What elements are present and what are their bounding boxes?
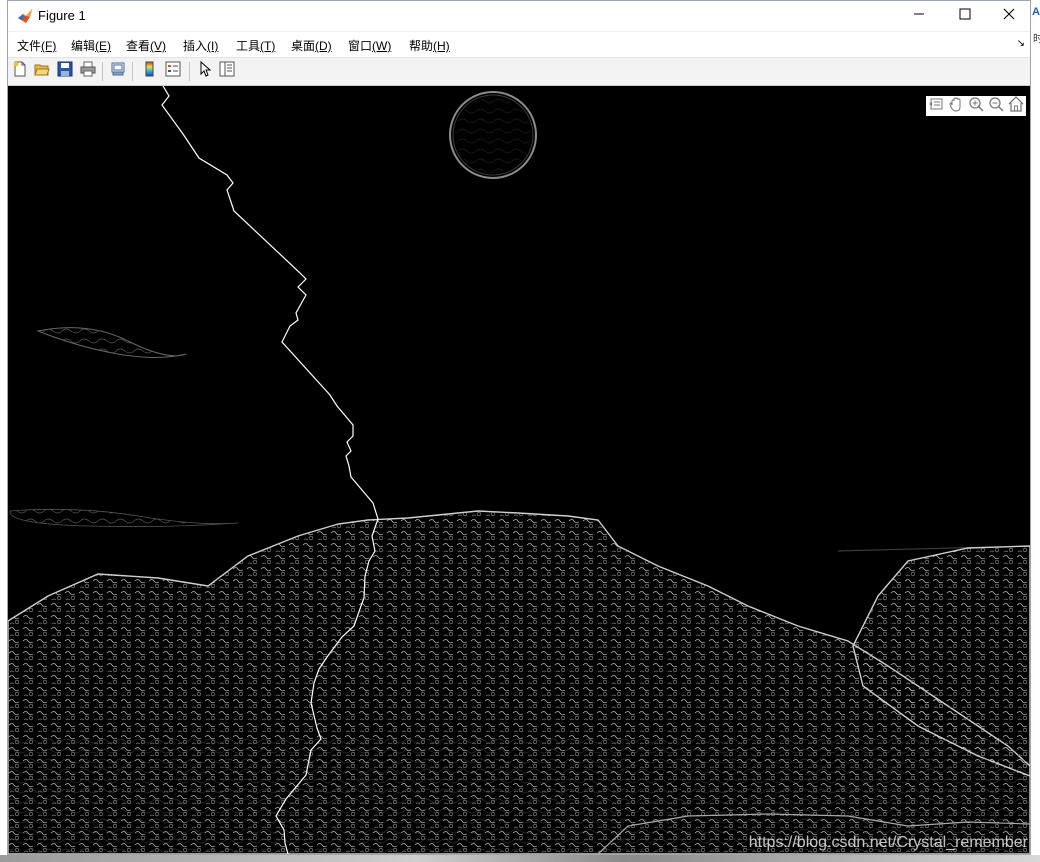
restore-view-button[interactable] <box>1006 95 1026 117</box>
edit-plot-button[interactable] <box>196 60 214 82</box>
open-file-icon <box>34 61 50 82</box>
menu-help-label: 帮助 <box>409 39 434 53</box>
menu-view[interactable]: 查看(V) <box>126 37 166 54</box>
menu-file[interactable]: 文件(F) <box>17 37 56 54</box>
export-icon <box>928 96 944 117</box>
zoom-in-button[interactable] <box>966 96 986 116</box>
toolbar-separator <box>189 62 190 81</box>
menu-insert-label: 插入 <box>183 39 208 53</box>
toolbar-separator <box>102 62 103 81</box>
menu-view-accel: (V) <box>150 39 167 53</box>
figure-window: Figure 1 文件(F) 编辑(E) 查看(V) 插入(I) 工具(T) 桌… <box>7 0 1031 855</box>
maximize-icon <box>959 7 971 25</box>
menu-file-accel: (F) <box>41 39 57 53</box>
background-text-a: A <box>1032 6 1040 18</box>
open-file-button[interactable] <box>33 62 51 80</box>
menu-tools-accel: (T) <box>260 39 276 53</box>
property-inspector-icon <box>219 61 235 82</box>
edge-image <box>8 86 1030 854</box>
menu-bar: 文件(F) 编辑(E) 查看(V) 插入(I) 工具(T) 桌面(D) 窗口(W… <box>8 32 1030 58</box>
restore-view-home-icon <box>1008 95 1024 117</box>
insert-colorbar-icon <box>142 61 158 82</box>
minimize-icon <box>913 7 925 25</box>
menu-edit-accel: (E) <box>95 39 112 53</box>
cloud-edge <box>9 508 239 527</box>
menu-help-accel: (H) <box>433 39 450 53</box>
link-plot-button[interactable] <box>109 62 127 80</box>
figure-toolbar <box>8 58 1030 86</box>
maximize-button[interactable] <box>942 1 988 31</box>
insert-legend-button[interactable] <box>164 61 182 82</box>
close-button[interactable] <box>986 1 1032 31</box>
insert-colorbar-button[interactable] <box>141 61 159 82</box>
print-figure-button[interactable] <box>79 61 97 82</box>
zoom-out-icon <box>988 96 1004 117</box>
cloud-edge <box>36 327 187 358</box>
zoom-out-button[interactable] <box>986 96 1006 116</box>
print-figure-icon <box>80 61 96 82</box>
menu-desktop-accel: (D) <box>315 39 332 53</box>
new-figure-button[interactable] <box>11 61 29 82</box>
menu-edit-label: 编辑 <box>71 39 96 53</box>
matlab-logo-icon <box>17 8 33 24</box>
insert-legend-icon <box>165 61 181 82</box>
menu-view-label: 查看 <box>126 39 151 53</box>
figure-canvas[interactable]: https://blog.csdn.net/Crystal_remember <box>8 86 1030 854</box>
menu-file-label: 文件 <box>17 39 42 53</box>
menu-desktop[interactable]: 桌面(D) <box>291 37 332 54</box>
pan-button[interactable] <box>946 96 966 116</box>
save-figure-button[interactable] <box>56 61 74 82</box>
link-plot-icon <box>110 61 126 82</box>
menu-window-label: 窗口 <box>348 39 373 53</box>
menu-tools-label: 工具 <box>236 39 261 53</box>
save-figure-icon <box>57 61 73 82</box>
new-figure-icon <box>12 61 28 82</box>
property-inspector-button[interactable] <box>218 61 236 82</box>
background-app-sliver: A 时 <box>1032 0 1040 862</box>
menu-insert[interactable]: 插入(I) <box>183 37 218 54</box>
toolbar-separator <box>132 62 133 81</box>
menu-desktop-label: 桌面 <box>291 39 316 53</box>
background-text-b: 时 <box>1033 34 1040 45</box>
export-button[interactable] <box>926 96 946 116</box>
edit-plot-arrow-icon <box>197 60 213 82</box>
menu-tools[interactable]: 工具(T) <box>236 37 275 54</box>
title-bar[interactable]: Figure 1 <box>8 1 1030 31</box>
menu-window-accel: (W) <box>372 39 392 53</box>
window-title: Figure 1 <box>38 8 86 23</box>
axes-toolbar <box>926 95 1026 117</box>
close-icon <box>1003 7 1015 25</box>
menu-overflow-icon[interactable]: ↘ <box>1017 38 1025 49</box>
menu-insert-accel: (I) <box>207 39 219 53</box>
menu-window[interactable]: 窗口(W) <box>348 37 391 54</box>
moon-edge <box>449 91 537 179</box>
watermark-text: https://blog.csdn.net/Crystal_remember <box>748 834 1028 851</box>
zoom-in-icon <box>968 96 984 117</box>
pan-hand-icon <box>948 96 964 117</box>
menu-edit[interactable]: 编辑(E) <box>71 37 111 54</box>
minimize-button[interactable] <box>896 1 942 31</box>
background-app-bottom <box>0 855 1040 862</box>
menu-help[interactable]: 帮助(H) <box>409 37 450 54</box>
